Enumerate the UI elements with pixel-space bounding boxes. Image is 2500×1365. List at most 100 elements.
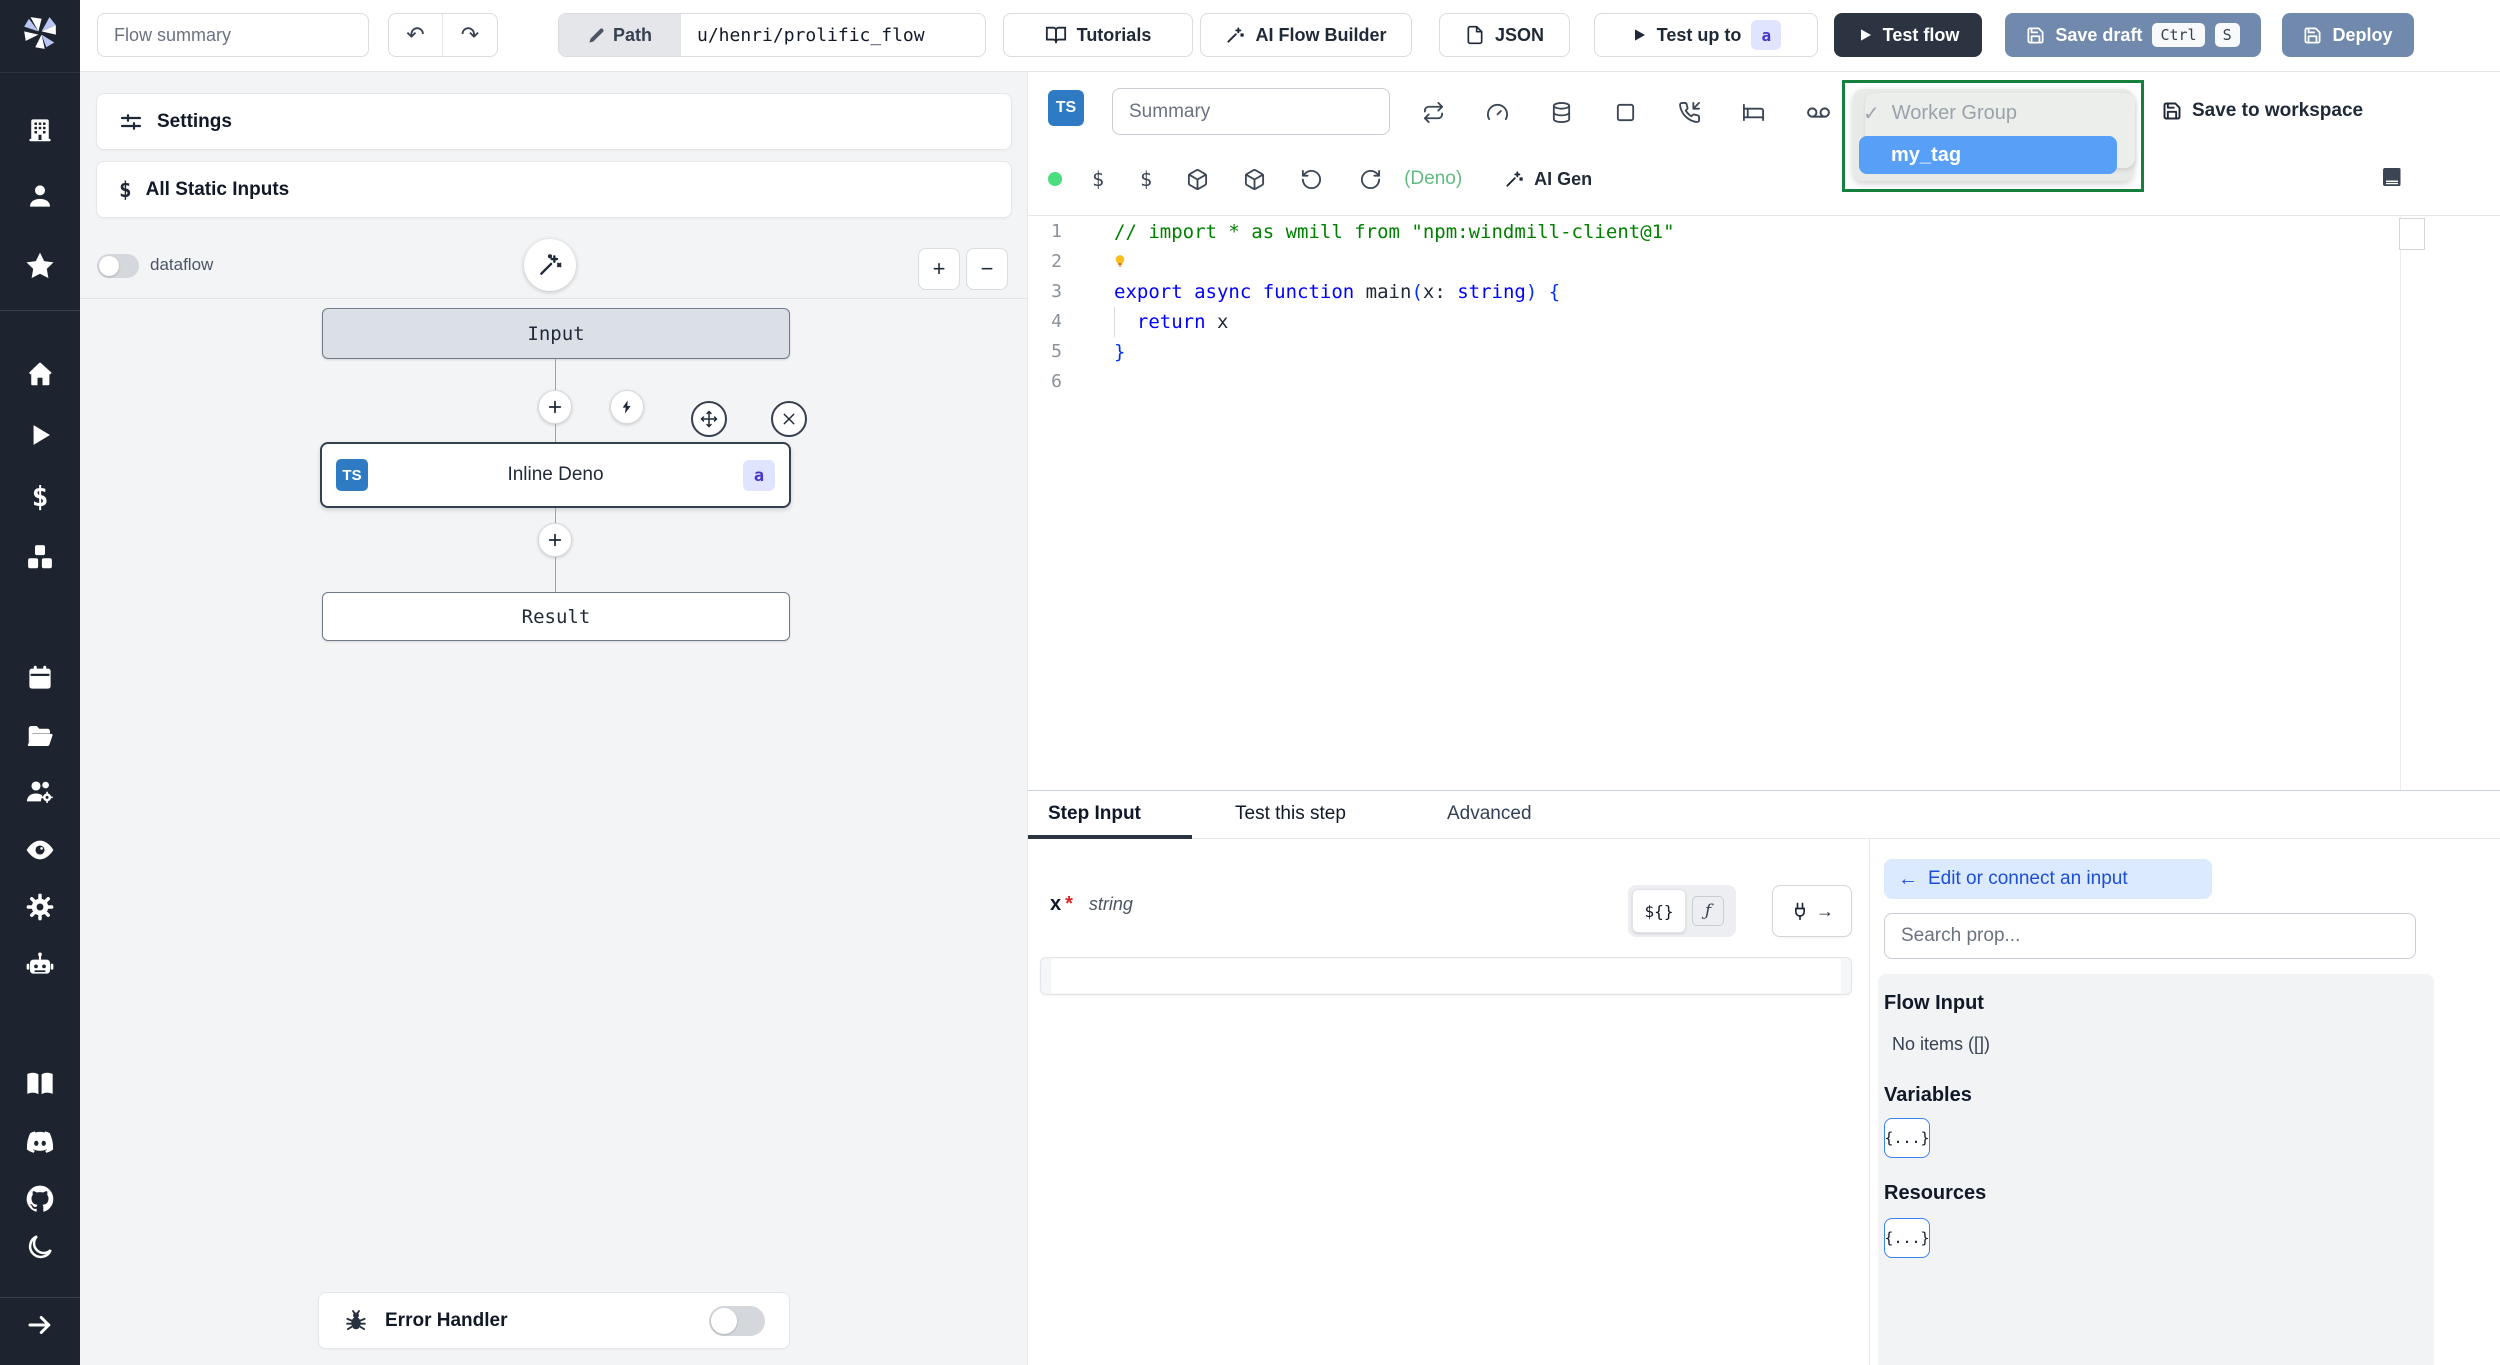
- resource-box-icon[interactable]: [1243, 168, 1266, 191]
- code-line: 5 }: [1051, 341, 1126, 363]
- windmill-logo-icon[interactable]: [20, 13, 60, 53]
- summary-input[interactable]: [1112, 88, 1390, 135]
- kbd-s: S: [2214, 23, 2240, 47]
- mock-voicemail-icon[interactable]: [1806, 100, 1831, 125]
- error-handler-row[interactable]: Error Handler: [318, 1292, 790, 1349]
- trigger-bolt-button[interactable]: [610, 390, 644, 424]
- editor-scrollbar[interactable]: [2399, 218, 2425, 250]
- dataflow-toggle[interactable]: [97, 254, 139, 278]
- reset-rotate-ccw-icon[interactable]: [1300, 168, 1323, 191]
- tag-label: my_tag: [1891, 143, 1962, 166]
- expand-arrow-icon[interactable]: [22, 1307, 58, 1343]
- favorites-star-icon[interactable]: [22, 248, 58, 284]
- dataflow-label: dataflow: [150, 255, 214, 274]
- code-line: 2: [1028, 247, 2400, 277]
- workspace-building-icon[interactable]: [22, 112, 58, 148]
- ai-gen-label[interactable]: AI Gen: [1534, 169, 1592, 190]
- flow-input-section-title: Flow Input: [1884, 992, 1984, 1014]
- resources-section-title: Resources: [1884, 1182, 1987, 1204]
- flow-node-step[interactable]: TS Inline Deno a: [320, 442, 791, 508]
- save-draft-label: Save draft: [2055, 24, 2143, 45]
- cache-database-icon[interactable]: [1550, 101, 1573, 124]
- reload-rotate-cw-icon[interactable]: [1359, 168, 1382, 191]
- test-up-to-button[interactable]: Test up to a: [1594, 13, 1818, 57]
- delete-step-button[interactable]: [771, 401, 807, 437]
- code-line: 4 return x: [1051, 311, 1229, 333]
- early-stop-square-icon[interactable]: [1614, 101, 1637, 124]
- groups-icon[interactable]: [22, 774, 58, 810]
- connect-input-button[interactable]: →: [1772, 885, 1852, 937]
- deploy-label: Deploy: [2332, 24, 2393, 45]
- workers-robot-icon[interactable]: [22, 947, 58, 983]
- fn-mode-button[interactable]: ƒ: [1692, 896, 1724, 926]
- redo-button[interactable]: ↷: [443, 14, 497, 56]
- deploy-button[interactable]: Deploy: [2282, 13, 2414, 57]
- sleep-bed-icon[interactable]: [1742, 101, 1765, 124]
- resource-box-icon[interactable]: [1186, 168, 1209, 191]
- tab-advanced[interactable]: Advanced: [1447, 803, 1532, 825]
- schedules-calendar-icon[interactable]: [22, 660, 58, 696]
- resources-object-badge[interactable]: {...}: [1884, 1218, 1930, 1258]
- runs-play-icon[interactable]: [22, 417, 58, 453]
- resources-cubes-icon[interactable]: [22, 539, 58, 575]
- test-up-to-label: Test up to: [1656, 24, 1742, 45]
- tab-test-this-step[interactable]: Test this step: [1235, 803, 1346, 825]
- assets-book-icon[interactable]: [2380, 165, 2404, 189]
- user-icon[interactable]: [22, 178, 58, 214]
- arg-value-input[interactable]: [1051, 959, 1841, 993]
- flow-wand-button[interactable]: [524, 239, 576, 291]
- insert-step-button[interactable]: [538, 390, 572, 424]
- save-to-workspace-label: Save to workspace: [2192, 100, 2364, 121]
- path-control[interactable]: Path u/henri/prolific_flow: [558, 13, 986, 57]
- error-handler-toggle[interactable]: [709, 1305, 765, 1336]
- settings-gear-icon[interactable]: [22, 889, 58, 925]
- sidebar: $: [0, 0, 80, 1365]
- worker-group-option[interactable]: ✓ Worker Group: [1863, 95, 2123, 131]
- variable-dollar-icon[interactable]: $: [1092, 167, 1104, 191]
- home-icon[interactable]: [22, 356, 58, 392]
- sliders-icon: [119, 110, 143, 134]
- flow-node-input[interactable]: Input: [322, 308, 790, 359]
- audit-eye-icon[interactable]: [22, 832, 58, 868]
- expr-mode-button[interactable]: ${}: [1632, 889, 1686, 933]
- dark-mode-moon-icon[interactable]: [22, 1229, 58, 1265]
- pencil-icon: [588, 27, 605, 44]
- arg-value-input-wrap: [1040, 957, 1852, 995]
- move-step-handle[interactable]: [691, 401, 727, 437]
- variable-dollar-icon[interactable]: $: [1140, 167, 1152, 191]
- settings-row[interactable]: Settings: [96, 93, 1012, 150]
- zoom-in-button[interactable]: +: [918, 248, 960, 290]
- search-prop-input[interactable]: [1884, 913, 2416, 959]
- ai-flow-builder-button[interactable]: AI Flow Builder: [1200, 13, 1412, 57]
- undo-button[interactable]: ↶: [389, 14, 444, 56]
- suspend-phone-icon[interactable]: [1678, 101, 1701, 124]
- save-icon: [2303, 26, 2322, 45]
- json-button[interactable]: JSON: [1439, 13, 1570, 57]
- discord-icon[interactable]: [22, 1124, 58, 1160]
- github-icon[interactable]: [22, 1181, 58, 1217]
- test-flow-button[interactable]: Test flow: [1834, 13, 1982, 57]
- edit-or-connect-pill[interactable]: ← Edit or connect an input: [1884, 859, 2212, 899]
- retries-repeat-icon[interactable]: [1422, 101, 1445, 124]
- zoom-out-button[interactable]: −: [966, 248, 1008, 290]
- tutorials-button[interactable]: Tutorials: [1003, 13, 1193, 57]
- flow-node-result[interactable]: Result: [322, 592, 790, 641]
- flow-summary-input[interactable]: [97, 13, 369, 57]
- undo-redo-group: ↶ ↷: [388, 13, 498, 57]
- tab-step-input[interactable]: Step Input: [1048, 803, 1141, 825]
- ai-gen-wand-icon[interactable]: [1504, 169, 1524, 189]
- docs-book-icon[interactable]: [22, 1066, 58, 1102]
- save-draft-button[interactable]: Save draft Ctrl S: [2005, 13, 2261, 57]
- save-to-workspace-button[interactable]: Save to workspace: [2162, 100, 2363, 122]
- insert-step-button[interactable]: [538, 523, 572, 557]
- test-flow-label: Test flow: [1882, 24, 1960, 45]
- concurrency-gauge-icon[interactable]: [1486, 101, 1509, 124]
- variables-dollar-icon[interactable]: $: [22, 478, 58, 514]
- folders-icon[interactable]: [22, 718, 58, 754]
- tag-option-selected[interactable]: my_tag: [1859, 136, 2117, 174]
- worker-group-label: Worker Group: [1891, 101, 2017, 124]
- dollar-icon: $: [119, 177, 132, 202]
- all-static-inputs-row[interactable]: $ All Static Inputs: [96, 161, 1012, 218]
- variables-object-badge[interactable]: {...}: [1884, 1118, 1930, 1158]
- ai-flow-builder-label: AI Flow Builder: [1255, 24, 1387, 45]
